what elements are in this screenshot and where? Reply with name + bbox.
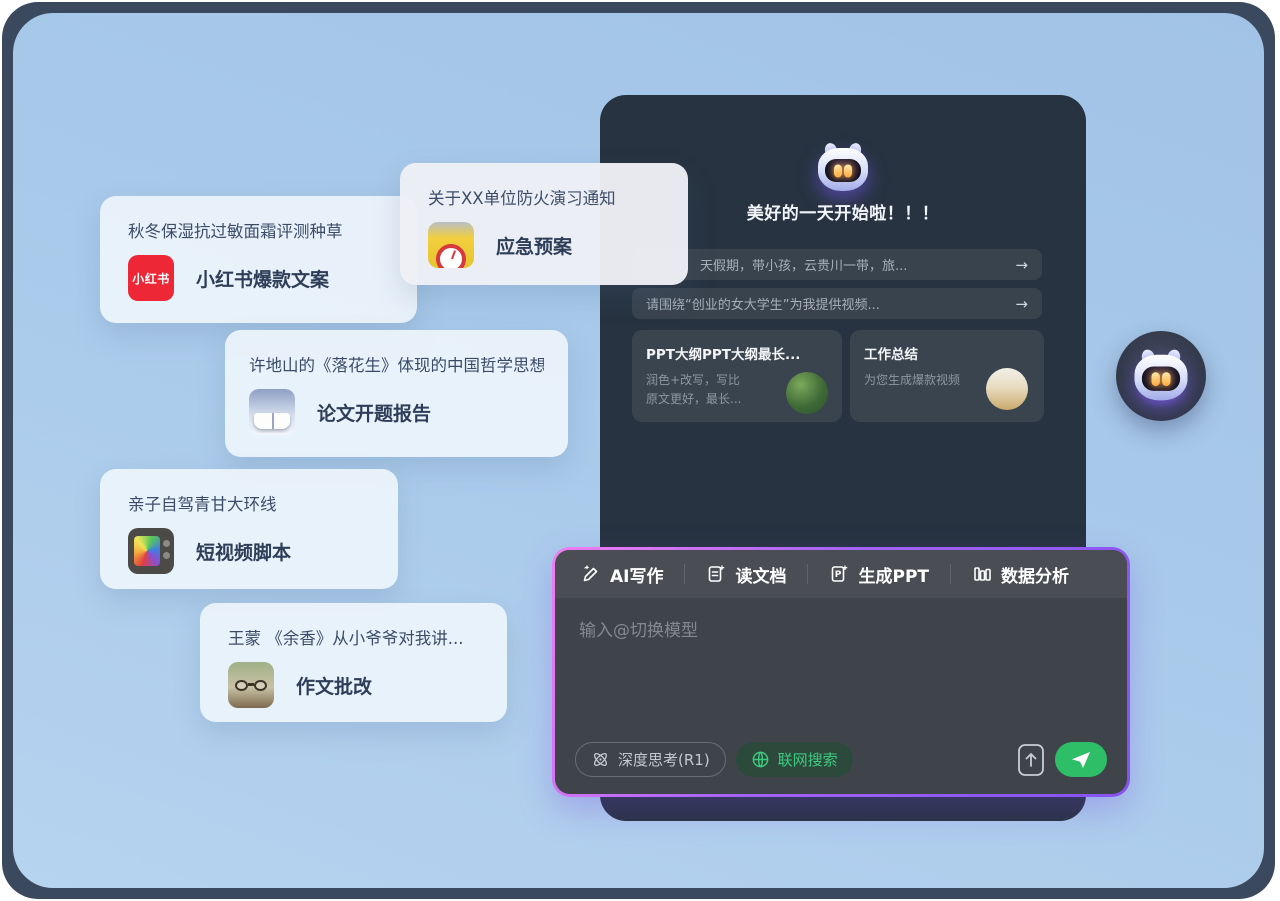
scenario-title: 许地山的《落花生》体现的中国哲学思想 (249, 352, 544, 376)
avatar (786, 372, 828, 414)
tab-read-document[interactable]: 读文档 (685, 550, 807, 598)
tab-label: AI写作 (610, 562, 663, 587)
robot-mascot-icon (818, 145, 868, 191)
bar-chart-icon (972, 564, 992, 584)
composer-controls: 深度思考(R1) 联网搜索 (555, 742, 1127, 794)
upload-file-button[interactable] (1017, 743, 1045, 777)
pencil-sparkle-icon (581, 564, 601, 584)
tab-data-analysis[interactable]: 数据分析 (951, 550, 1090, 598)
arrow-right-icon[interactable]: → (1015, 295, 1028, 313)
scenario-title: 王蒙 《余香》从小爷爷对我讲... (228, 625, 479, 649)
svg-text:P: P (835, 570, 842, 580)
composer-toolbar: AI写作 读文档 P 生成PPT (555, 550, 1127, 598)
suggestion-text: 天假期，带小孩，云贵川一带，旅... (700, 255, 1007, 274)
suggestion-row[interactable]: 天假期，带小孩，云贵川一带，旅... → (632, 249, 1042, 280)
document-plus-icon (706, 564, 726, 584)
scenario-card-emergency-plan[interactable]: 关于XX单位防火演习通知 应急预案 (400, 163, 688, 285)
tab-label: 读文档 (735, 562, 786, 587)
scenario-label: 应急预案 (496, 232, 572, 259)
input-area (555, 598, 1127, 742)
atom-icon (591, 750, 610, 769)
suggestion-list: 天假期，带小孩，云贵川一带，旅... → 请围绕“创业的女大学生”为我提供视频.… (632, 249, 1042, 319)
glasses-icon (228, 662, 274, 708)
avatar (986, 368, 1028, 410)
panel-card-ppt-outline[interactable]: PPT大纲PPT大纲最长... 润色+改写，写比 原文更好，最长... (632, 330, 842, 422)
globe-icon (751, 750, 770, 769)
scenario-label: 论文开题报告 (317, 399, 431, 426)
web-search-button[interactable]: 联网搜索 (736, 742, 853, 777)
upload-file-icon (1017, 743, 1045, 777)
scenario-card-thesis-proposal[interactable]: 许地山的《落花生》体现的中国哲学思想 论文开题报告 (225, 330, 568, 457)
panel-card-title: 工作总结 (864, 343, 1030, 363)
scenario-title: 亲子自驾青甘大环线 (128, 491, 370, 515)
tab-label: 生成PPT (858, 562, 929, 587)
retro-tv-icon (128, 528, 174, 574)
scenario-label: 短视频脚本 (196, 538, 291, 565)
scenario-card-xiaohongshu[interactable]: 秋冬保湿抗过敏面霜评测种草 小红书 小红书爆款文案 (100, 196, 417, 323)
composer: AI写作 读文档 P 生成PPT (552, 547, 1130, 797)
deep-think-button[interactable]: 深度思考(R1) (575, 742, 726, 777)
scenario-title: 关于XX单位防火演习通知 (428, 185, 660, 209)
scenario-card-short-video-script[interactable]: 亲子自驾青甘大环线 短视频脚本 (100, 469, 398, 589)
panel-card-title: PPT大纲PPT大纲最长... (646, 343, 828, 363)
panel-card-row: PPT大纲PPT大纲最长... 润色+改写，写比 原文更好，最长... 工作总结… (632, 330, 1044, 422)
tab-label: 数据分析 (1001, 562, 1069, 587)
scenario-card-essay-correction[interactable]: 王蒙 《余香》从小爷爷对我讲... 作文批改 (200, 603, 507, 722)
scenario-title: 秋冬保湿抗过敏面霜评测种草 (128, 218, 389, 242)
scenario-label: 小红书爆款文案 (196, 265, 329, 292)
assistant-fab-button[interactable] (1116, 331, 1206, 421)
prompt-input[interactable] (579, 616, 1103, 742)
robot-mascot-icon (1135, 352, 1188, 401)
xiaohongshu-icon: 小红书 (128, 255, 174, 301)
tab-ai-writing[interactable]: AI写作 (581, 550, 684, 598)
suggestion-row[interactable]: 请围绕“创业的女大学生”为我提供视频... → (632, 288, 1042, 319)
suggestion-text: 请围绕“创业的女大学生”为我提供视频... (646, 294, 1007, 313)
web-search-label: 联网搜索 (778, 749, 838, 770)
scenario-label: 作文批改 (296, 672, 372, 699)
arrow-right-icon[interactable]: → (1015, 256, 1028, 274)
send-button[interactable] (1055, 742, 1107, 777)
app-window: 美好的一天开始啦！！！ 天假期，带小孩，云贵川一带，旅... → 请围绕“创业的… (0, 0, 1280, 901)
fire-alarm-icon (428, 222, 474, 268)
tab-generate-ppt[interactable]: P 生成PPT (808, 550, 950, 598)
send-plane-icon (1071, 751, 1091, 769)
document-p-icon: P (829, 564, 849, 584)
open-book-icon (249, 389, 295, 435)
deep-think-label: 深度思考(R1) (618, 749, 710, 770)
panel-card-work-summary[interactable]: 工作总结 为您生成爆款视频 (850, 330, 1044, 422)
